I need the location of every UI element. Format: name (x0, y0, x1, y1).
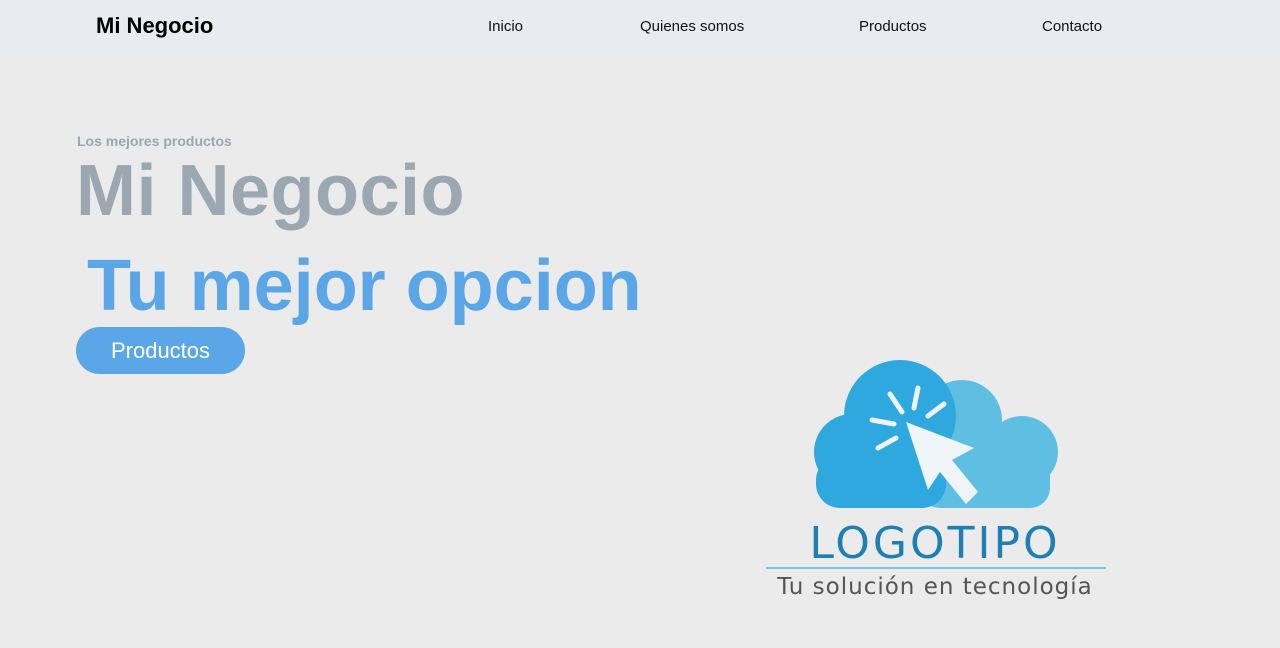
hero-title: Mi Negocio (76, 151, 466, 231)
nav-link-quienes-somos[interactable]: Quienes somos (640, 18, 744, 35)
cloud-cursor-icon (814, 360, 1058, 508)
nav-link-contacto[interactable]: Contacto (1042, 18, 1102, 35)
company-logo: LOGOTIPO Tu solución en tecnología (760, 352, 1110, 612)
logo-wordmark: LOGOTIPO (809, 518, 1061, 569)
hero-kicker: Los mejores productos (77, 133, 232, 149)
logo-tagline: Tu solución en tecnología (777, 574, 1093, 600)
nav-link-inicio[interactable]: Inicio (488, 18, 523, 35)
hero-subtitle: Tu mejor opcion (87, 246, 642, 326)
navbar: Mi Negocio Inicio Quienes somos Producto… (0, 0, 1280, 52)
logo-divider (766, 567, 1106, 569)
products-button[interactable]: Productos (76, 327, 245, 374)
nav-link-productos[interactable]: Productos (859, 18, 927, 35)
brand-logo-text[interactable]: Mi Negocio (96, 13, 213, 39)
